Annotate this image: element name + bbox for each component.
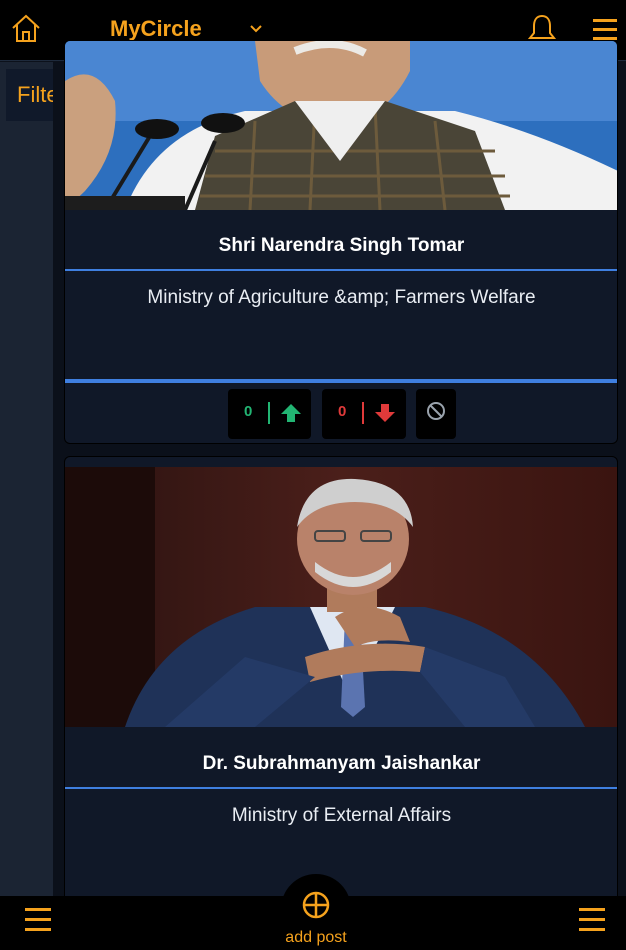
ban-icon — [427, 402, 445, 420]
post-card: Shri Narendra Singh Tomar Ministry of Ag… — [64, 40, 618, 444]
filter-sidebar — [0, 62, 56, 896]
hamburger-menu-icon[interactable] — [578, 906, 606, 934]
person-name: Dr. Subrahmanyam Jaishankar — [202, 753, 481, 774]
divider — [362, 402, 364, 424]
downvote-button[interactable]: 0 — [322, 389, 406, 439]
ministry-name: Ministry of Agriculture &amp; Farmers We… — [147, 287, 536, 308]
separator — [65, 269, 617, 271]
add-post-button[interactable]: add post — [281, 874, 351, 950]
divider — [268, 402, 270, 424]
separator — [65, 787, 617, 789]
arrow-down-icon — [375, 404, 395, 422]
downvote-count: 0 — [338, 403, 347, 420]
hamburger-menu-icon[interactable] — [24, 906, 52, 934]
add-post-label: add post — [285, 929, 347, 946]
filter-tab[interactable]: Filter — [6, 69, 54, 121]
chevron-down-icon[interactable] — [247, 20, 265, 38]
brand-title[interactable]: MyCircle — [110, 16, 202, 42]
upvote-button[interactable]: 0 — [228, 389, 311, 439]
separator — [65, 379, 617, 383]
upvote-count: 0 — [244, 403, 253, 420]
block-button[interactable] — [416, 389, 456, 439]
plus-circle-icon — [302, 891, 330, 919]
filter-label: Filter — [17, 82, 54, 107]
profile-photo — [65, 41, 617, 210]
home-icon[interactable] — [10, 13, 42, 45]
post-card: Dr. Subrahmanyam Jaishankar Ministry of … — [64, 456, 618, 916]
person-name: Shri Narendra Singh Tomar — [218, 235, 465, 256]
arrow-up-icon — [281, 404, 301, 422]
ministry-name: Ministry of External Affairs — [231, 805, 452, 826]
profile-photo — [65, 467, 617, 727]
